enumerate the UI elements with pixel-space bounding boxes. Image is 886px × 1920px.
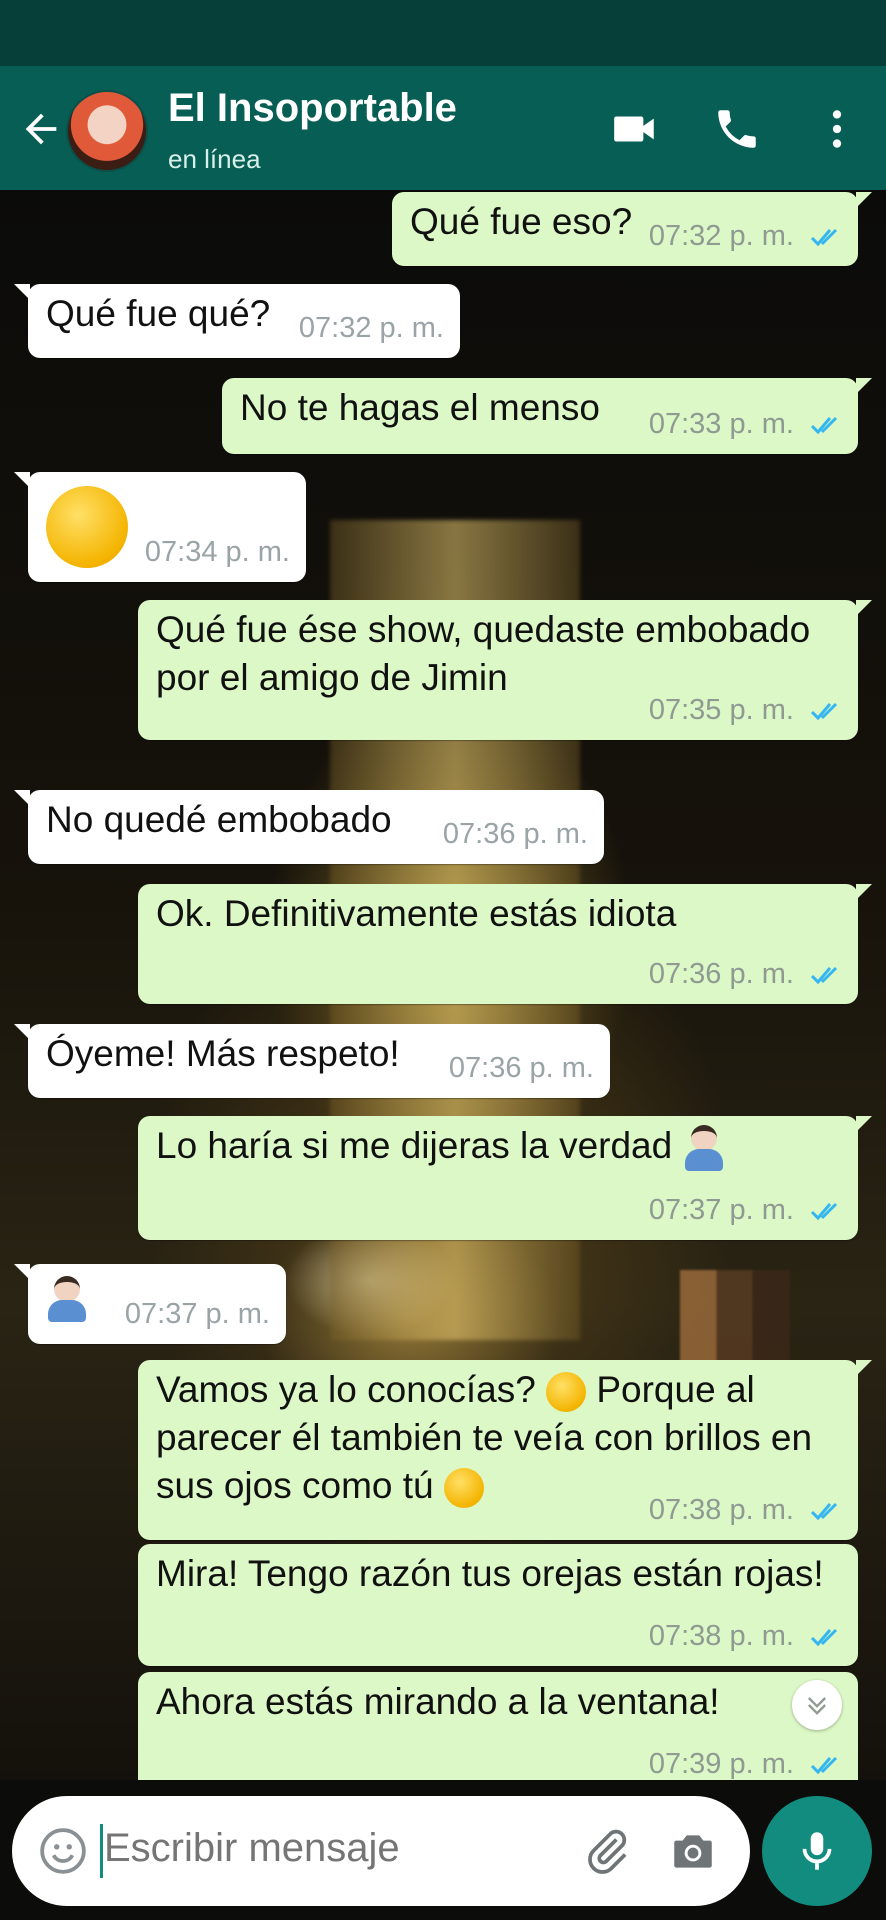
message-meta: 07:36 p. m. (649, 950, 842, 998)
double-check-read-icon (810, 1757, 838, 1775)
video-call-icon[interactable] (610, 104, 660, 154)
message-bubble-outgoing[interactable]: No te hagas el menso 07:33 p. m. (222, 378, 872, 454)
message-bubble-incoming[interactable]: 07:37 p. m. (14, 1264, 286, 1344)
man-shrugging-emoji-icon (683, 1125, 725, 1172)
face-with-hand-over-mouth-emoji-icon (443, 1468, 484, 1509)
double-chevron-down-icon (808, 1697, 826, 1715)
double-check-read-icon (810, 1203, 838, 1221)
message-text: Óyeme! Más respeto! (46, 1033, 400, 1074)
voice-call-icon[interactable] (712, 104, 762, 154)
contact-avatar[interactable] (66, 90, 148, 172)
message-text: No te hagas el menso (240, 387, 600, 428)
message-meta: 07:33 p. m. (649, 400, 842, 448)
message-bubble-outgoing[interactable]: Qué fue eso? 07:32 p. m. (392, 192, 872, 266)
message-bubble-incoming[interactable]: Qué fue qué? 07:32 p. m. (14, 284, 460, 358)
message-meta: 07:37 p. m. (649, 1186, 842, 1234)
double-check-read-icon (810, 229, 838, 247)
message-meta: 07:32 p. m. (649, 212, 842, 260)
message-bubble-outgoing[interactable]: Qué fue ése show, quedaste embobado por … (138, 600, 872, 740)
message-meta: 07:38 p. m. (649, 1612, 842, 1660)
message-time: 07:38 p. m. (648, 1494, 794, 1526)
status-bar (0, 0, 886, 66)
message-input[interactable] (104, 1826, 484, 1871)
message-text: Ok. Definitivamente estás idiota (156, 893, 677, 934)
message-time: 07:32 p. m. (298, 312, 444, 344)
message-time: 07:36 p. m. (448, 1052, 594, 1084)
message-text: Qué fue ése show, quedaste embobado por … (156, 609, 811, 698)
message-bubble-outgoing[interactable]: Ok. Definitivamente estás idiota 07:36 p… (138, 884, 872, 1004)
contact-name[interactable]: El Insoportable (168, 86, 457, 131)
man-facepalming-emoji-icon (46, 1276, 88, 1323)
message-time: 07:33 p. m. (648, 408, 794, 440)
message-meta: 07:35 p. m. (649, 686, 842, 734)
scroll-to-bottom-button[interactable] (792, 1680, 842, 1730)
double-check-read-icon (810, 703, 838, 721)
double-check-read-icon (810, 417, 838, 435)
double-check-read-icon (810, 1503, 838, 1521)
message-text: Lo haría si me dijeras la verdad (156, 1125, 673, 1166)
double-check-read-icon (810, 967, 838, 985)
message-time: 07:34 p. m. (144, 536, 290, 568)
message-bubble-incoming[interactable]: 07:34 p. m. (14, 472, 306, 582)
message-text: Ahora estás mirando a la ventana! (156, 1681, 720, 1722)
message-bubble-outgoing[interactable]: Lo haría si me dijeras la verdad 07:37 p… (138, 1116, 872, 1240)
message-text: Mira! Tengo razón tus orejas están rojas… (156, 1553, 824, 1594)
message-text: No quedé embobado (46, 799, 392, 840)
message-bubble-outgoing[interactable]: Ahora estás mirando a la ventana! 07:39 … (138, 1672, 858, 1780)
chat-header: El Insoportable en línea (0, 66, 886, 190)
unamused-face-emoji-icon (46, 486, 128, 568)
message-time: 07:36 p. m. (648, 958, 794, 990)
wallpaper-pixelated-area (680, 1270, 790, 1370)
message-time: 07:38 p. m. (648, 1620, 794, 1652)
message-time: 07:39 p. m. (648, 1748, 794, 1780)
message-composer[interactable] (12, 1796, 750, 1906)
more-options-icon[interactable] (812, 104, 862, 154)
message-time: 07:35 p. m. (648, 694, 794, 726)
message-time: 07:32 p. m. (648, 220, 794, 252)
microphone-icon (802, 1832, 832, 1870)
message-time: 07:37 p. m. (648, 1194, 794, 1226)
chat-background: Qué fue eso? 07:32 p. m. Qué fue qué? 07… (0, 190, 886, 1780)
smirking-face-emoji-icon (546, 1372, 587, 1413)
message-time: 07:37 p. m. (124, 1298, 270, 1330)
message-bubble-incoming[interactable]: No quedé embobado 07:36 p. m. (14, 790, 604, 864)
contact-status: en línea (168, 144, 261, 174)
message-bubble-incoming[interactable]: Óyeme! Más respeto! 07:36 p. m. (14, 1024, 610, 1098)
emoji-icon[interactable] (38, 1826, 88, 1876)
message-text-part1: Vamos ya lo conocías? (156, 1369, 536, 1410)
message-bubble-outgoing[interactable]: Mira! Tengo razón tus orejas están rojas… (138, 1544, 858, 1666)
message-bubble-outgoing[interactable]: Vamos ya lo conocías? Porque al parecer … (138, 1360, 872, 1540)
back-arrow-icon[interactable] (18, 106, 64, 152)
message-meta: 07:38 p. m. (649, 1486, 842, 1534)
voice-message-button[interactable] (762, 1796, 872, 1906)
message-text: Qué fue qué? (46, 293, 271, 334)
message-text: Qué fue eso? (410, 201, 633, 242)
message-meta: 07:39 p. m. (649, 1740, 842, 1780)
message-time: 07:36 p. m. (442, 818, 588, 850)
camera-icon[interactable] (668, 1826, 718, 1876)
double-check-read-icon (810, 1629, 838, 1647)
text-cursor (100, 1824, 103, 1878)
attach-paperclip-icon[interactable] (582, 1826, 632, 1876)
